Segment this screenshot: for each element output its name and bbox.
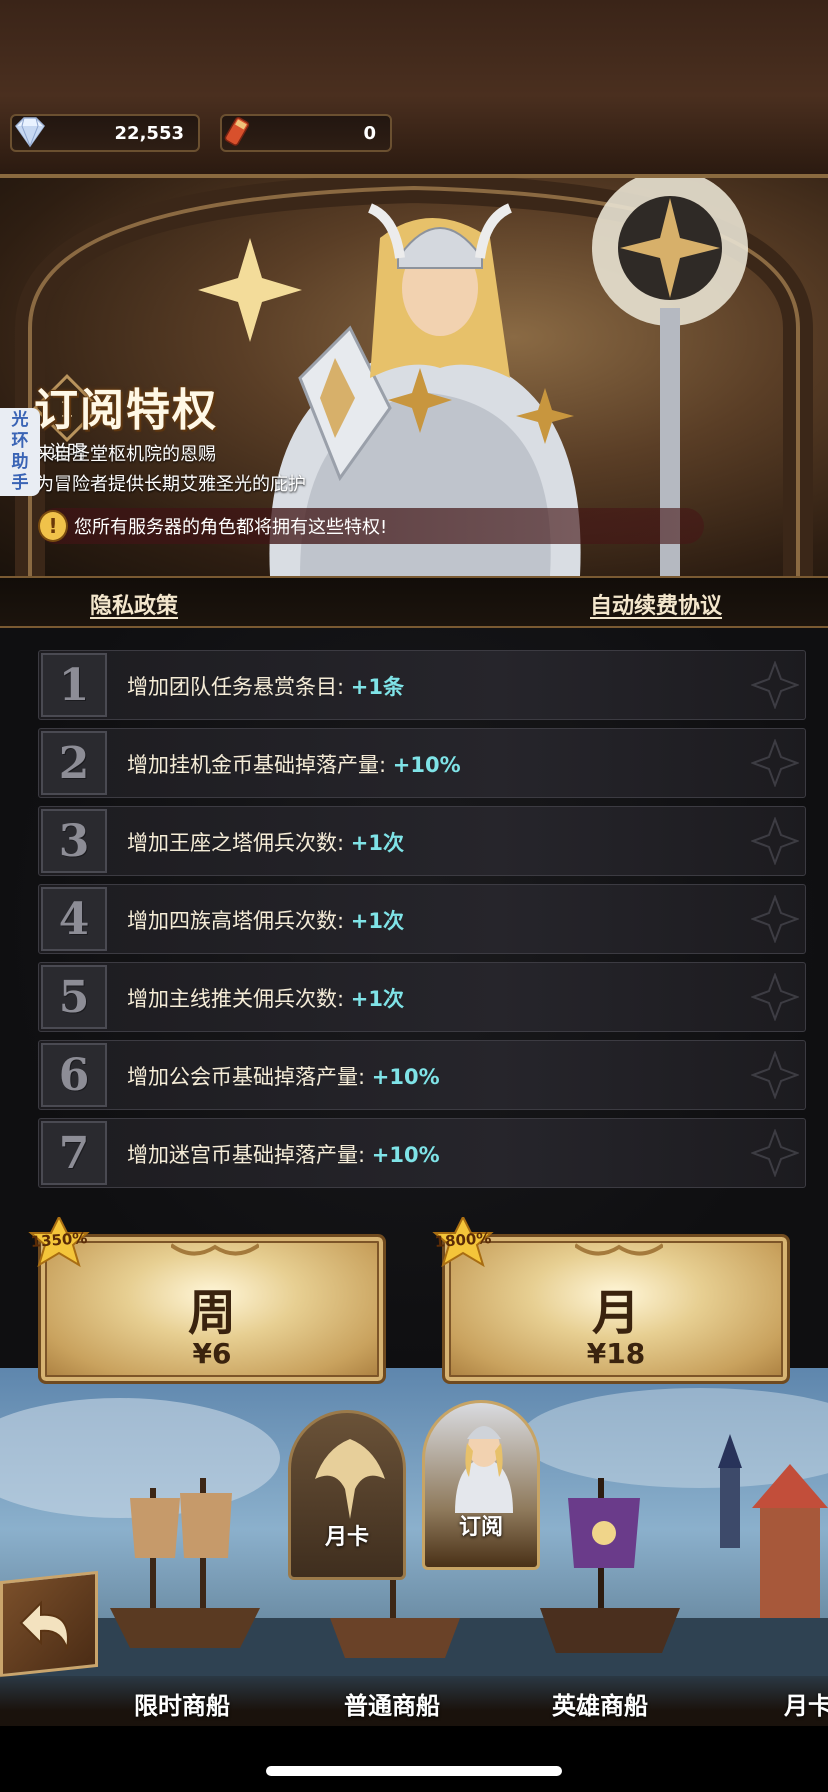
subscribe-tab-label: 订阅 [458, 1515, 503, 1540]
privilege-number: 4 [41, 887, 107, 951]
star-ornament-icon [751, 817, 799, 865]
side-tab-char: 助 [11, 452, 29, 472]
home-indicator[interactable] [266, 1766, 562, 1776]
star-ornament-icon [751, 1051, 799, 1099]
auto-renewal-agreement-link[interactable]: 自动续费协议 [590, 588, 722, 620]
warning-icon: ! [38, 510, 68, 542]
scroll-count: 0 [363, 122, 376, 144]
top-bar: 22,553 0 [0, 0, 828, 178]
privilege-bonus: +10% [371, 1143, 440, 1167]
privilege-row: 1 增加团队任务悬赏条目: +1条 [38, 650, 806, 720]
privilege-text: 增加主线推关佣兵次数: +1次 [127, 983, 404, 1013]
side-tab-char: 环 [11, 431, 29, 451]
card-ornament-icon [575, 1243, 663, 1256]
privilege-desc: 增加迷宫币基础掉落产量: [127, 1143, 372, 1167]
subscription-banner: i 说明 订阅特权 来自圣堂枢机院的恩赐 为冒险者提供长期艾雅圣光的庇护 ! 您… [0, 178, 828, 576]
monthly-card-price: ¥18 [586, 1337, 646, 1370]
star-ornament-icon [751, 739, 799, 787]
gem-count: 22,553 [114, 122, 184, 144]
privilege-bonus: +10% [371, 1065, 440, 1089]
privilege-number: 5 [41, 965, 107, 1029]
star-ornament-icon [751, 1129, 799, 1177]
monthly-card-label: 月 [591, 1285, 640, 1341]
policy-links-bar: 隐私政策 自动续费协议 [0, 576, 828, 628]
privilege-row: 3 增加王座之塔佣兵次数: +1次 [38, 806, 806, 876]
privilege-desc: 增加挂机金币基础掉落产量: [127, 753, 393, 777]
monthly-subscription-card[interactable]: 1800% 月 ¥18 [432, 1217, 790, 1384]
harbor-background [0, 1388, 828, 1726]
privilege-bonus: +1次 [350, 909, 404, 933]
star-ornament-icon [751, 895, 799, 943]
privilege-row: 6 增加公会币基础掉落产量: +10% [38, 1040, 806, 1110]
assistant-side-tab[interactable]: 光 环 助 手 [0, 408, 40, 496]
month-card-tab[interactable]: 月卡 [288, 1410, 406, 1580]
banner-subtitle-1: 来自圣堂枢机院的恩赐 [36, 444, 216, 465]
card-ornament-icon [171, 1243, 259, 1256]
privilege-desc: 增加主线推关佣兵次数: [127, 987, 351, 1011]
subscribe-tab[interactable]: 订阅 [422, 1400, 540, 1570]
privacy-policy-link[interactable]: 隐私政策 [90, 588, 178, 620]
harbor-scene [0, 1368, 828, 1726]
weekly-subscription-card[interactable]: 1350% 周 ¥6 [28, 1217, 386, 1384]
privilege-text: 增加公会币基础掉落产量: +10% [127, 1061, 440, 1091]
scroll-icon [224, 116, 250, 146]
home-indicator-area [0, 1726, 828, 1792]
privilege-text: 增加王座之塔佣兵次数: +1次 [127, 827, 404, 857]
scroll-counter[interactable]: 0 [220, 114, 392, 152]
privilege-number: 3 [41, 809, 107, 873]
privilege-text: 增加挂机金币基础掉落产量: +10% [127, 749, 461, 779]
weekly-card-label: 周 [187, 1285, 236, 1341]
privilege-text: 增加团队任务悬赏条目: +1条 [127, 671, 404, 701]
diamond-icon [15, 117, 45, 148]
gem-counter[interactable]: 22,553 [10, 114, 200, 152]
privilege-bonus: +1次 [350, 987, 404, 1011]
privilege-text: 增加迷宫币基础掉落产量: +10% [127, 1139, 440, 1169]
privilege-desc: 增加四族高塔佣兵次数: [127, 909, 351, 933]
phoenix-emblem-icon [315, 1439, 385, 1519]
banner-subtitle-2: 为冒险者提供长期艾雅圣光的庇护 [36, 474, 306, 495]
nav-hero-ship[interactable]: 英雄商船 [552, 1686, 648, 1721]
privilege-bonus: +10% [392, 753, 461, 777]
privilege-number: 6 [41, 1043, 107, 1107]
server-notice: ! 您所有服务器的角色都将拥有这些特权! [38, 508, 704, 544]
paladin-portrait-icon [455, 1426, 513, 1513]
privilege-number: 1 [41, 653, 107, 717]
banner-title: 订阅特权 [34, 385, 218, 436]
privilege-bonus: +1条 [350, 675, 404, 699]
star-ornament-icon [751, 973, 799, 1021]
privilege-row: 7 增加迷宫币基础掉落产量: +10% [38, 1118, 806, 1188]
privilege-desc: 增加团队任务悬赏条目: [127, 675, 351, 699]
shop-bottom-nav: 限时商船 普通商船 英雄商船 月卡 [0, 1676, 828, 1726]
star-ornament-icon [751, 661, 799, 709]
nav-month-card[interactable]: 月卡 [784, 1686, 828, 1721]
privilege-desc: 增加王座之塔佣兵次数: [127, 831, 351, 855]
back-arrow-icon [19, 1600, 69, 1650]
privilege-number: 2 [41, 731, 107, 795]
server-notice-text: 您所有服务器的角色都将拥有这些特权! [74, 517, 388, 538]
privilege-desc: 增加公会币基础掉落产量: [127, 1065, 372, 1089]
privilege-bonus: +1次 [350, 831, 404, 855]
month-card-tab-label: 月卡 [324, 1525, 369, 1550]
side-tab-char: 手 [11, 473, 29, 493]
privilege-number: 7 [41, 1121, 107, 1185]
back-button[interactable] [0, 1570, 98, 1678]
side-tab-char: 光 [11, 410, 29, 430]
privilege-row: 2 增加挂机金币基础掉落产量: +10% [38, 728, 806, 798]
privilege-row: 4 增加四族高塔佣兵次数: +1次 [38, 884, 806, 954]
privilege-text: 增加四族高塔佣兵次数: +1次 [127, 905, 404, 935]
weekly-card-price: ¥6 [192, 1337, 232, 1370]
privilege-row: 5 增加主线推关佣兵次数: +1次 [38, 962, 806, 1032]
nav-limited-ship[interactable]: 限时商船 [134, 1686, 230, 1721]
nav-normal-ship[interactable]: 普通商船 [344, 1686, 440, 1721]
